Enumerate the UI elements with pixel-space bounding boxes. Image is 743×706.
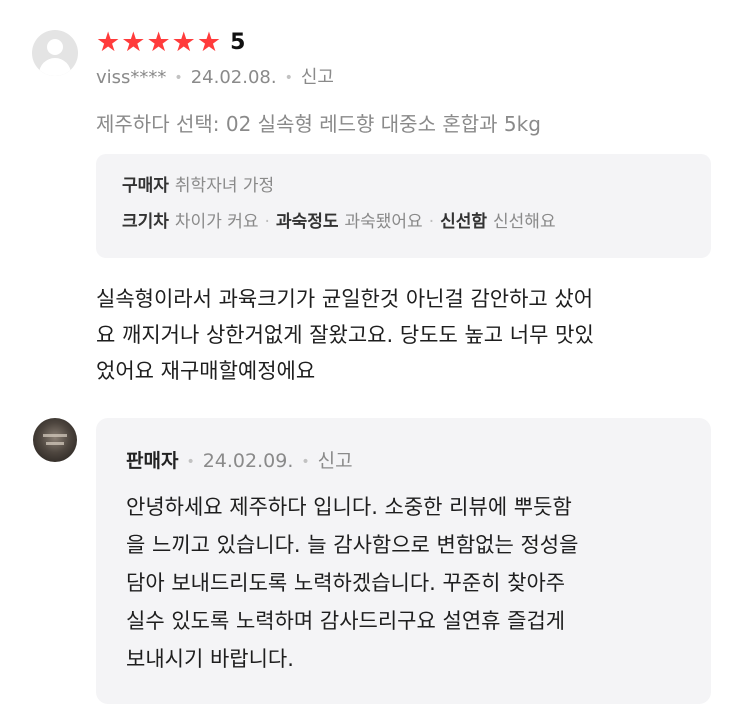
review-body: 실속형이라서 과육크기가 균일한것 아닌걸 감안하고 샀어 요 깨지거나 상한거… xyxy=(96,281,726,389)
avatar-head-shape xyxy=(47,39,63,55)
purchase-option: 제주하다 선택: 02 실속형 레드향 대중소 혼합과 5kg xyxy=(96,112,541,136)
star-icon: ★ xyxy=(146,27,171,58)
separator-dot: · xyxy=(264,212,270,232)
seller-reply-line: 보내시기 바랍니다. xyxy=(126,647,294,671)
survey-key-ripeness: 과숙정도 xyxy=(275,212,339,232)
separator-dot: • xyxy=(301,453,310,470)
reviewer-name: viss**** xyxy=(96,67,167,88)
review-date: 24.02.08. xyxy=(190,67,277,88)
seller-reply-line: 을 느끼고 있습니다. 늘 감사함으로 변함없는 정성을 xyxy=(126,533,579,557)
review-text-line: 요 깨지거나 상한거없게 잘왔고요. 당도도 높고 너무 맛있 xyxy=(96,323,594,347)
seller-reply-line: 담아 보내드리도록 노력하겠습니다. 꾸준히 찾아주 xyxy=(126,571,566,595)
rating-value: 5 xyxy=(230,30,246,55)
separator-dot: • xyxy=(284,70,293,86)
review-text-line: 었어요 재구매할예정에요 xyxy=(96,359,316,383)
separator-dot: • xyxy=(186,453,195,470)
survey-key-fresh: 신선함 xyxy=(440,212,488,232)
seller-avatar xyxy=(33,418,77,462)
avatar-body-shape xyxy=(39,58,71,76)
seller-reply-date: 24.02.09. xyxy=(202,450,294,472)
survey-row-buyer: 구매자 취학자녀 가정 xyxy=(122,174,274,198)
seller-name: 판매자 xyxy=(126,450,179,472)
report-button[interactable]: 신고 xyxy=(301,67,334,88)
survey-value-buyer: 취학자녀 가정 xyxy=(174,176,275,196)
separator-dot: • xyxy=(174,70,183,86)
seller-reply-line: 실수 있도록 노력하며 감사드리구요 설연휴 즐겁게 xyxy=(126,609,566,633)
seller-reply-line: 안녕하세요 제주하다 입니다. 소중한 리뷰에 뿌듯함 xyxy=(126,495,572,519)
seller-report-button[interactable]: 신고 xyxy=(318,450,353,472)
avatar-logo-mark xyxy=(46,442,64,445)
seller-reply-body: 안녕하세요 제주하다 입니다. 소중한 리뷰에 뿌듯함 을 느끼고 있습니다. … xyxy=(126,488,701,678)
survey-key-size: 크기차 xyxy=(122,212,169,232)
seller-meta: 판매자 • 24.02.09. • 신고 xyxy=(126,448,353,475)
survey-box: 구매자 취학자녀 가정 크기차 차이가 커요 · 과숙정도 과숙됐어요 · 신선함 신선해요 xyxy=(96,154,711,258)
review-text-line: 실속형이라서 과육크기가 균일한것 아닌걸 감안하고 샀어 xyxy=(96,287,594,311)
seller-reply-box: 판매자 • 24.02.09. • 신고 안녕하세요 제주하다 입니다. 소중한 리뷰에… xyxy=(96,418,711,704)
separator-dot: · xyxy=(428,212,435,232)
survey-key-buyer: 구매자 xyxy=(122,176,169,196)
survey-value-fresh: 신선해요 xyxy=(493,212,556,232)
star-icon: ★ xyxy=(171,27,196,58)
star-icon: ★ xyxy=(96,27,121,58)
review-meta: viss**** • 24.02.08. • 신고 xyxy=(96,66,334,90)
survey-value-ripeness: 과숙됐어요 xyxy=(344,212,423,232)
star-rating: ★ ★ ★ ★ ★ 5 xyxy=(96,28,245,58)
reviewer-avatar xyxy=(32,30,78,76)
survey-value-size: 차이가 커요 xyxy=(174,212,259,232)
survey-row-attributes: 크기차 차이가 커요 · 과숙정도 과숙됐어요 · 신선함 신선해요 xyxy=(122,210,556,234)
star-icon: ★ xyxy=(196,27,222,58)
star-icon: ★ xyxy=(121,27,146,58)
avatar-logo-mark xyxy=(43,434,67,437)
